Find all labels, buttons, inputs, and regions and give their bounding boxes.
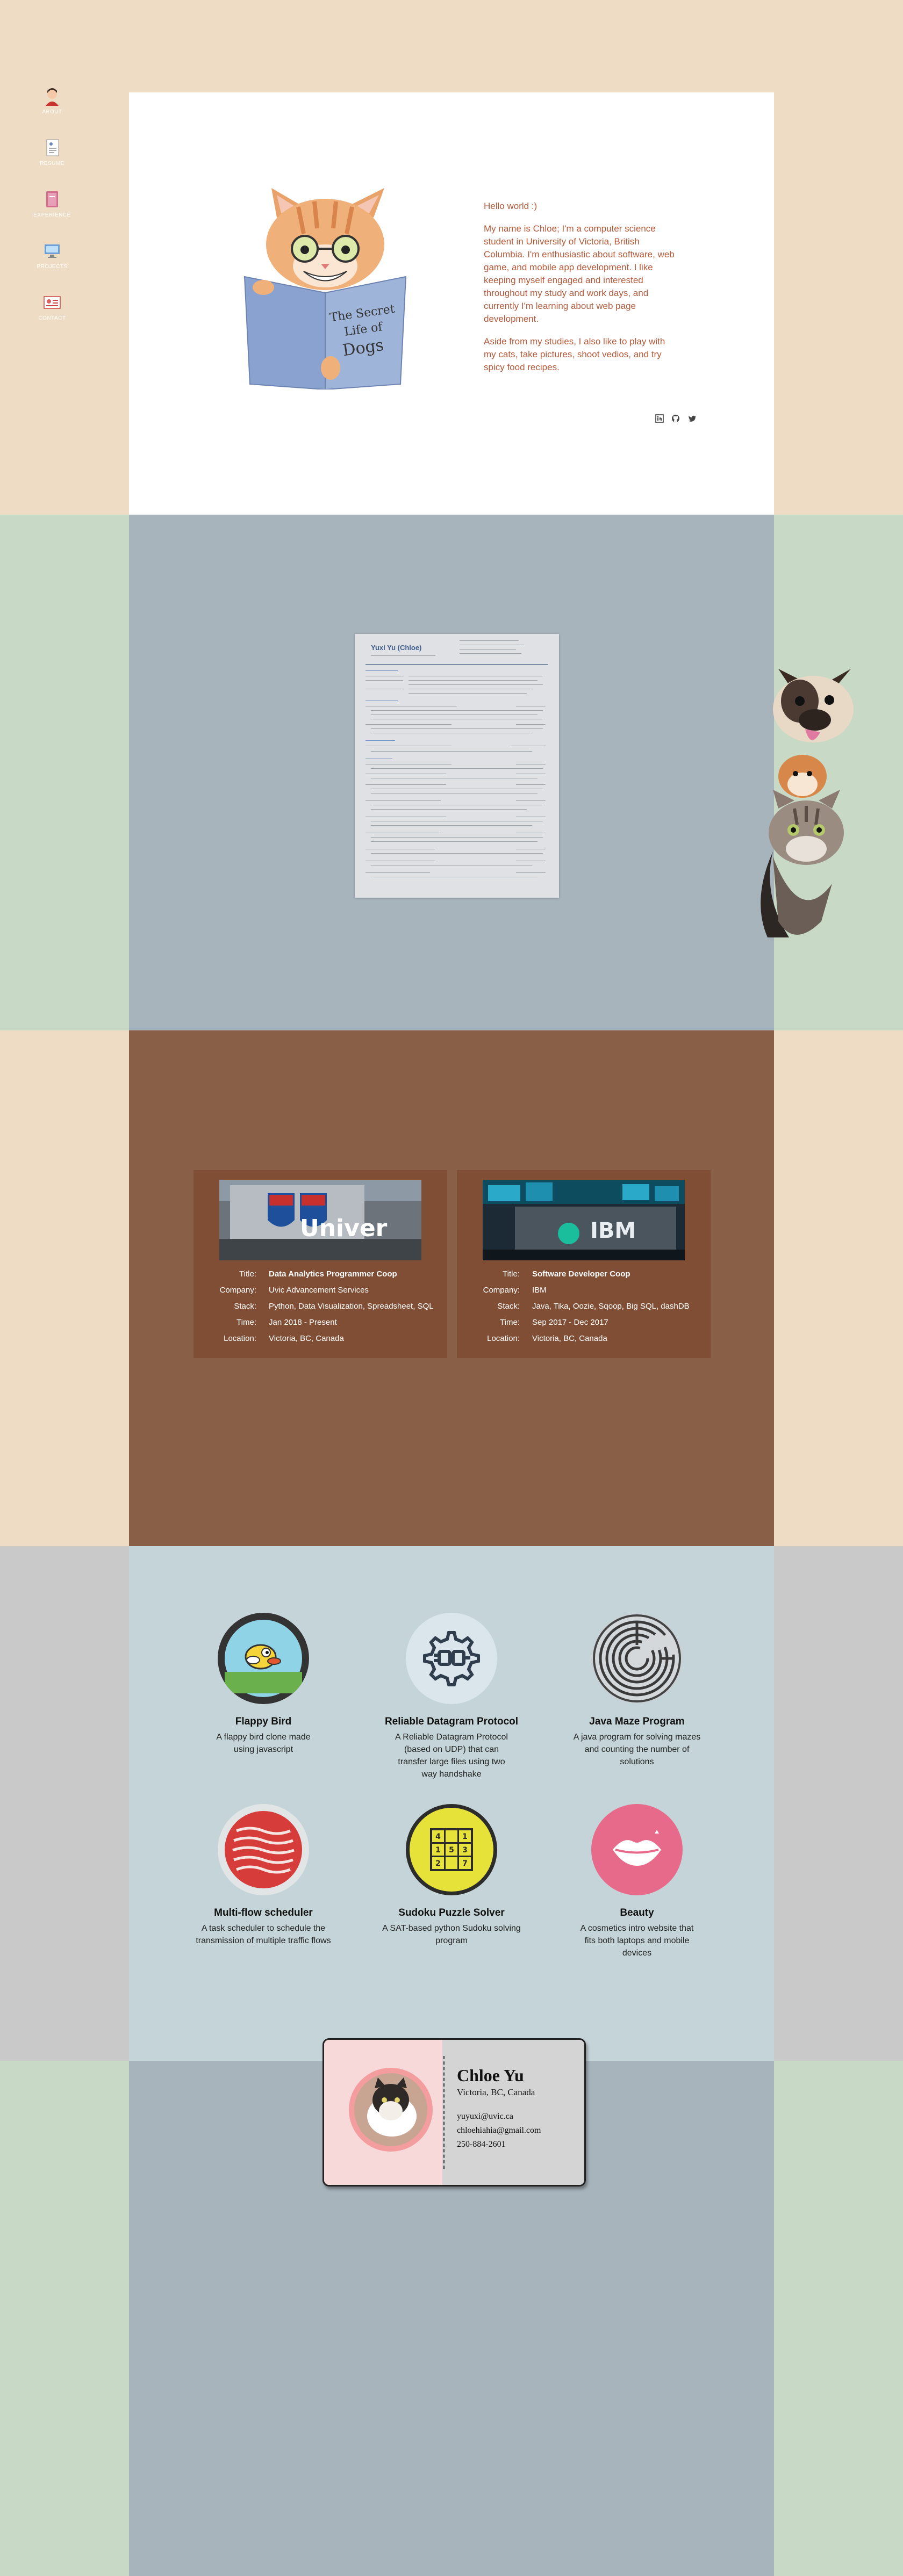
project-title: Sudoku Puzzle Solver [398,1907,505,1918]
location: Victoria, BC, Canada [269,1334,344,1343]
project-card-reliable-datagram-protocol[interactable]: Reliable Datagram Protocol A Reliable Da… [371,1613,532,1780]
resume-icon [46,139,59,156]
contact-email-1[interactable]: yuyuxi@uvic.ca [457,2112,513,2122]
job-title: Software Developer Coop [532,1269,630,1279]
university-sign-image: Univer [219,1180,421,1260]
contact-name: Chloe Yu [457,2066,524,2085]
project-card-beauty[interactable]: Beauty A cosmetics intro website that fi… [556,1804,718,1959]
contact-location: Victoria, BC, Canada [457,2087,535,2097]
job-title: Data Analytics Programmer Coop [269,1269,397,1279]
label-stack: Stack: [497,1302,520,1311]
about-card: The Secret Life of Dogs Hello world :) M… [129,92,774,515]
experience-card: IBM Title: Software Developer Coop Compan… [457,1170,711,1358]
project-description: A cosmetics intro website that fits both… [580,1924,694,1958]
image-text: Univer [300,1215,388,1242]
stack: Java, Tika, Oozie, Sqoop, Big SQL, dashD… [532,1302,690,1311]
nav-item-resume[interactable]: RESUME [28,138,76,186]
nav-item-projects[interactable]: PROJECTS [28,241,76,290]
project-description: A Reliable Datagram Protocol (based on U… [395,1733,508,1779]
project-description: A flappy bird clone made using javascrip… [216,1733,311,1754]
svg-text:1: 1 [435,1846,441,1855]
project-card-sudoku-puzzle-solver[interactable]: 4 1 53 1 2 7 Sudoku Puzzle Solver A SAT-bas… [371,1804,532,1947]
cat-reading-illustration: The Secret Life of Dogs [243,188,407,389]
svg-text:3: 3 [462,1846,468,1855]
flappy-bird-icon [218,1613,309,1704]
nav-label: EXPERIENCE [33,212,71,218]
sudoku-icon: 4 1 53 1 2 7 [406,1804,497,1895]
svg-text:7: 7 [462,1859,468,1868]
about-paragraph-1: My name is Chloe; I'm a computer science… [484,223,675,324]
svg-text:4: 4 [435,1832,441,1841]
contact-email-2[interactable]: chloehiahia@gmail.com [457,2126,541,2135]
avatar-icon [46,88,59,106]
greeting: Hello world :) [484,201,538,211]
resume-name: Yuxi Yu (Chloe) [371,644,422,652]
nav-item-experience[interactable]: EXPERIENCE [28,190,76,238]
project-title: Reliable Datagram Protocol [384,1716,519,1727]
sidebar-nav: ABOUT RESUME EXPERIENCE PROJECTS CONTACT [28,83,76,341]
project-title: Flappy Bird [235,1716,292,1727]
stack: Python, Data Visualization, Spreadsheet,… [269,1302,434,1311]
experience-section [0,1030,903,1546]
project-card-multi-flow-scheduler[interactable]: Multi-flow scheduler A task scheduler to… [183,1804,344,1947]
ibm-lobby-image: IBM [483,1180,685,1260]
contact-card: Chloe Yu Victoria, BC, Canada yuyuxi@uvi… [322,2038,586,2187]
book-icon [46,191,58,207]
contact-phone: 250-884-2601 [457,2140,506,2149]
wave-flow-icon [218,1804,309,1895]
project-description: A SAT-based python Sudoku solving progra… [382,1924,521,1945]
lips-icon [591,1804,683,1895]
twitter-icon[interactable] [687,414,697,423]
pets-illustration [761,669,854,937]
image-text: IBM [590,1218,636,1243]
maze-icon [591,1613,683,1704]
svg-text:5: 5 [449,1846,454,1855]
project-title: Beauty [620,1907,654,1918]
label-time: Time: [500,1318,520,1327]
label-stack: Stack: [234,1302,256,1311]
project-card-flappy-bird[interactable]: Flappy Bird A flappy bird clone made usi… [183,1613,344,1756]
project-description: A task scheduler to schedule the transmi… [196,1924,331,1945]
github-icon[interactable] [671,414,680,423]
svg-text:2: 2 [435,1859,441,1868]
label-company: Company: [219,1286,256,1295]
gear-plug-icon [406,1613,497,1704]
nav-label: RESUME [40,161,64,167]
project-title: Multi-flow scheduler [214,1907,313,1918]
label-location: Location: [224,1334,256,1343]
time: Sep 2017 - Dec 2017 [532,1318,608,1327]
company: IBM [532,1286,547,1295]
projects-icon [45,244,60,258]
project-card-java-maze-program[interactable]: Java Maze Program A java program for sol… [556,1613,718,1768]
label-title: Title: [239,1269,256,1279]
social-links [650,414,697,426]
nav-item-contact[interactable]: CONTACT [28,293,76,341]
about-text: Hello world :) My name is Chloe; I'm a c… [484,200,677,384]
label-company: Company: [483,1286,520,1295]
resume-document[interactable]: Yuxi Yu (Chloe) [355,634,559,898]
svg-text:1: 1 [462,1832,468,1841]
location: Victoria, BC, Canada [532,1334,607,1343]
label-title: Title: [503,1269,520,1279]
nav-label: PROJECTS [37,264,68,270]
nav-label: CONTACT [38,315,66,321]
experience-card: Univer Title: Data Analytics Programmer C… [194,1170,447,1358]
project-title: Java Maze Program [589,1716,685,1727]
label-time: Time: [236,1318,256,1327]
label-location: Location: [487,1334,520,1343]
nav-label: ABOUT [42,109,62,115]
contact-icon [44,296,61,309]
linkedin-icon[interactable] [655,414,664,423]
about-paragraph-2: Aside from my studies, I also like to pl… [484,336,665,372]
company: Uvic Advancement Services [269,1286,369,1295]
project-description: A java program for solving mazes and cou… [573,1733,701,1766]
nav-item-about[interactable]: ABOUT [28,86,76,135]
time: Jan 2018 - Present [269,1318,337,1327]
avatar [349,2068,433,2152]
